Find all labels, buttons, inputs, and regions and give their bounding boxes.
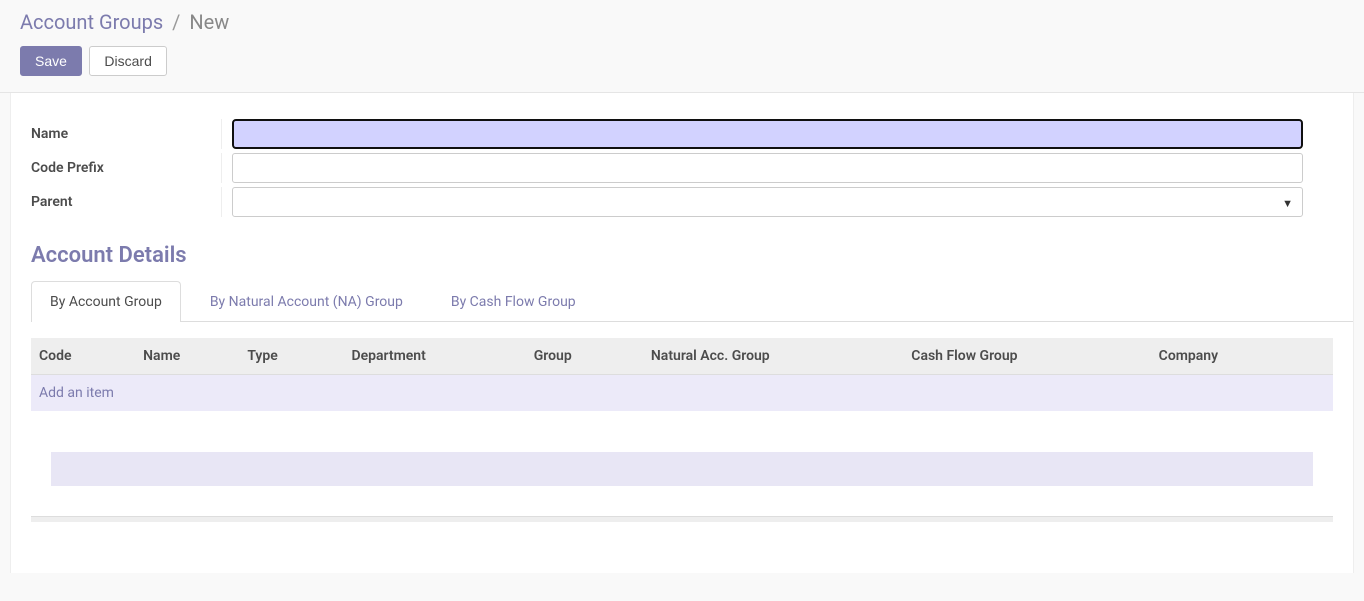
- breadcrumb-parent-link[interactable]: Account Groups: [20, 10, 163, 34]
- code-prefix-input[interactable]: [232, 153, 1303, 183]
- field-row-parent: Parent ▼: [11, 185, 1353, 219]
- details-table-wrap: Code Name Type Department Group Natural …: [31, 338, 1333, 486]
- table-row-add: Add an item: [31, 375, 1333, 412]
- col-cash-flow-group: Cash Flow Group: [903, 338, 1150, 375]
- breadcrumb-separator: /: [172, 10, 180, 34]
- field-row-code-prefix: Code Prefix: [11, 151, 1353, 185]
- discard-button[interactable]: Discard: [89, 46, 166, 76]
- parent-label: Parent: [21, 194, 221, 210]
- code-prefix-label: Code Prefix: [21, 160, 221, 176]
- tabs: By Account Group By Natural Account (NA)…: [31, 280, 1353, 322]
- name-input[interactable]: [232, 119, 1303, 149]
- name-label: Name: [21, 126, 221, 142]
- table-header-row: Code Name Type Department Group Natural …: [31, 338, 1333, 375]
- col-name: Name: [135, 338, 239, 375]
- header-bar: Account Groups / New Save Discard: [0, 0, 1364, 93]
- breadcrumb: Account Groups / New: [20, 10, 1344, 34]
- col-code: Code: [31, 338, 135, 375]
- field-row-name: Name: [11, 117, 1353, 151]
- col-company: Company: [1151, 338, 1333, 375]
- section-title: Account Details: [31, 243, 1353, 268]
- table-footer-bar: [51, 452, 1313, 486]
- tab-by-account-group[interactable]: By Account Group: [31, 281, 181, 322]
- save-button[interactable]: Save: [20, 46, 82, 76]
- col-department: Department: [343, 338, 525, 375]
- breadcrumb-current: New: [189, 10, 229, 34]
- details-table: Code Name Type Department Group Natural …: [31, 338, 1333, 412]
- tab-by-cash-flow-group[interactable]: By Cash Flow Group: [432, 281, 595, 322]
- col-group: Group: [526, 338, 643, 375]
- form-sheet: Name Code Prefix Parent ▼ Account Detail…: [10, 93, 1354, 573]
- bottom-divider: [31, 516, 1333, 522]
- add-item-link[interactable]: Add an item: [39, 385, 114, 401]
- tab-by-natural-account-group[interactable]: By Natural Account (NA) Group: [191, 281, 422, 322]
- col-natural-acc-group: Natural Acc. Group: [643, 338, 903, 375]
- col-type: Type: [239, 338, 343, 375]
- parent-select[interactable]: [232, 187, 1303, 217]
